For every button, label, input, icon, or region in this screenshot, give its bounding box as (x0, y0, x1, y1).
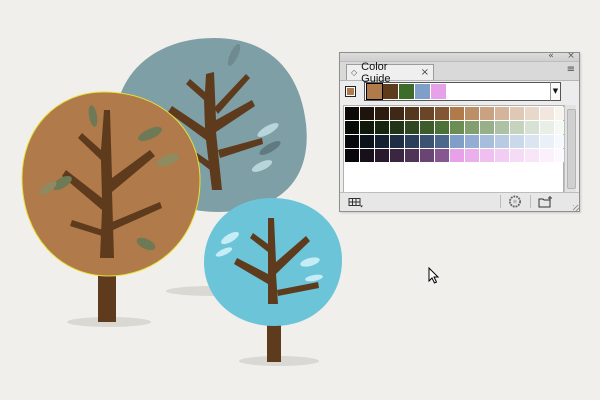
harmony-swatch[interactable] (399, 84, 414, 99)
harmony-swatch[interactable] (383, 84, 398, 99)
color-variation-swatch[interactable] (420, 135, 434, 148)
collapse-icon[interactable]: « (546, 51, 556, 61)
panel-tab-row: ◇ Color Guide × ≡ (340, 61, 579, 85)
color-variations-area (343, 105, 569, 194)
color-variation-swatch[interactable] (360, 135, 374, 148)
tab-color-guide[interactable]: ◇ Color Guide × (346, 61, 434, 85)
color-variation-swatch[interactable] (345, 121, 359, 134)
color-variation-swatch[interactable] (345, 107, 359, 120)
diamond-icon: ◇ (351, 68, 358, 77)
color-variation-swatch[interactable] (390, 107, 404, 120)
color-variation-swatch[interactable] (375, 135, 389, 148)
color-variation-swatch[interactable] (465, 121, 479, 134)
close-tab-icon[interactable]: × (421, 67, 429, 78)
color-variation-swatch[interactable] (510, 121, 524, 134)
color-variation-swatch[interactable] (375, 121, 389, 134)
color-guide-panel[interactable]: « × ◇ Color Guide × ≡ ▼ (339, 51, 580, 212)
scrollbar-thumb[interactable] (567, 109, 576, 189)
color-variation-swatch[interactable] (525, 135, 539, 148)
harmony-swatch[interactable] (431, 84, 446, 99)
color-variation-swatch[interactable] (345, 135, 359, 148)
color-variation-swatch[interactable] (420, 149, 434, 162)
divider (530, 195, 531, 208)
panel-menu-icon[interactable]: ≡ (567, 65, 575, 75)
color-variation-swatch[interactable] (465, 149, 479, 162)
color-variation-swatch[interactable] (450, 121, 464, 134)
color-variation-swatch[interactable] (405, 121, 419, 134)
color-variation-swatch[interactable] (435, 135, 449, 148)
color-variation-swatch[interactable] (435, 149, 449, 162)
color-variation-swatch[interactable] (495, 149, 509, 162)
color-variation-swatch[interactable] (450, 149, 464, 162)
color-variation-swatch[interactable] (480, 135, 494, 148)
color-variation-swatch[interactable] (435, 121, 449, 134)
harmony-swatch[interactable] (366, 83, 383, 100)
tab-label: Color Guide (361, 60, 391, 85)
color-variation-swatch[interactable] (480, 121, 494, 134)
color-variation-swatch[interactable] (540, 107, 554, 120)
save-to-swatches-icon[interactable] (538, 195, 554, 208)
color-variation-swatch[interactable] (375, 107, 389, 120)
arrow-cursor (428, 267, 440, 284)
color-variation-swatch[interactable] (525, 121, 539, 134)
color-variation-swatch[interactable] (345, 149, 359, 162)
vertical-scrollbar[interactable] (564, 105, 576, 194)
edit-colors-icon[interactable] (508, 195, 522, 208)
color-variation-swatch[interactable] (360, 149, 374, 162)
color-variation-swatch[interactable] (390, 121, 404, 134)
color-variation-swatch[interactable] (480, 107, 494, 120)
divider (500, 195, 501, 208)
color-variation-swatch[interactable] (420, 107, 434, 120)
harmony-swatch[interactable] (415, 84, 430, 99)
color-variation-swatch[interactable] (405, 149, 419, 162)
color-variation-swatch[interactable] (420, 121, 434, 134)
color-variation-swatch[interactable] (525, 107, 539, 120)
color-variation-swatch[interactable] (525, 149, 539, 162)
brown-tree[interactable] (21, 91, 201, 322)
color-variation-swatch[interactable] (465, 107, 479, 120)
color-variation-swatch[interactable] (510, 107, 524, 120)
color-variation-swatch[interactable] (450, 135, 464, 148)
color-variations-grid[interactable] (345, 107, 569, 162)
color-variation-swatch[interactable] (360, 121, 374, 134)
color-variation-swatch[interactable] (390, 149, 404, 162)
color-variation-swatch[interactable] (405, 107, 419, 120)
color-variation-swatch[interactable] (495, 107, 509, 120)
color-variation-swatch[interactable] (540, 149, 554, 162)
color-variation-swatch[interactable] (435, 107, 449, 120)
base-color-swatch[interactable] (345, 86, 356, 97)
color-variation-swatch[interactable] (450, 107, 464, 120)
color-variation-swatch[interactable] (510, 149, 524, 162)
limit-to-swatch-library-icon[interactable] (348, 196, 364, 209)
color-variation-swatch[interactable] (540, 135, 554, 148)
harmony-rules-dropdown[interactable]: ▼ (550, 82, 561, 101)
color-variation-swatch[interactable] (495, 121, 509, 134)
color-variation-swatch[interactable] (495, 135, 509, 148)
base-color-fill (347, 88, 354, 95)
color-variation-swatch[interactable] (540, 121, 554, 134)
color-variation-swatch[interactable] (465, 135, 479, 148)
color-variation-swatch[interactable] (510, 135, 524, 148)
color-variation-swatch[interactable] (390, 135, 404, 148)
light-blue-tree[interactable] (204, 198, 342, 362)
harmony-rules-bar[interactable] (364, 82, 558, 101)
color-variation-swatch[interactable] (360, 107, 374, 120)
resize-grip[interactable] (573, 205, 579, 211)
panel-bottom-bar (340, 192, 579, 211)
color-variation-swatch[interactable] (375, 149, 389, 162)
color-variation-swatch[interactable] (405, 135, 419, 148)
color-variation-swatch[interactable] (480, 149, 494, 162)
close-panel-icon[interactable]: × (566, 51, 576, 61)
